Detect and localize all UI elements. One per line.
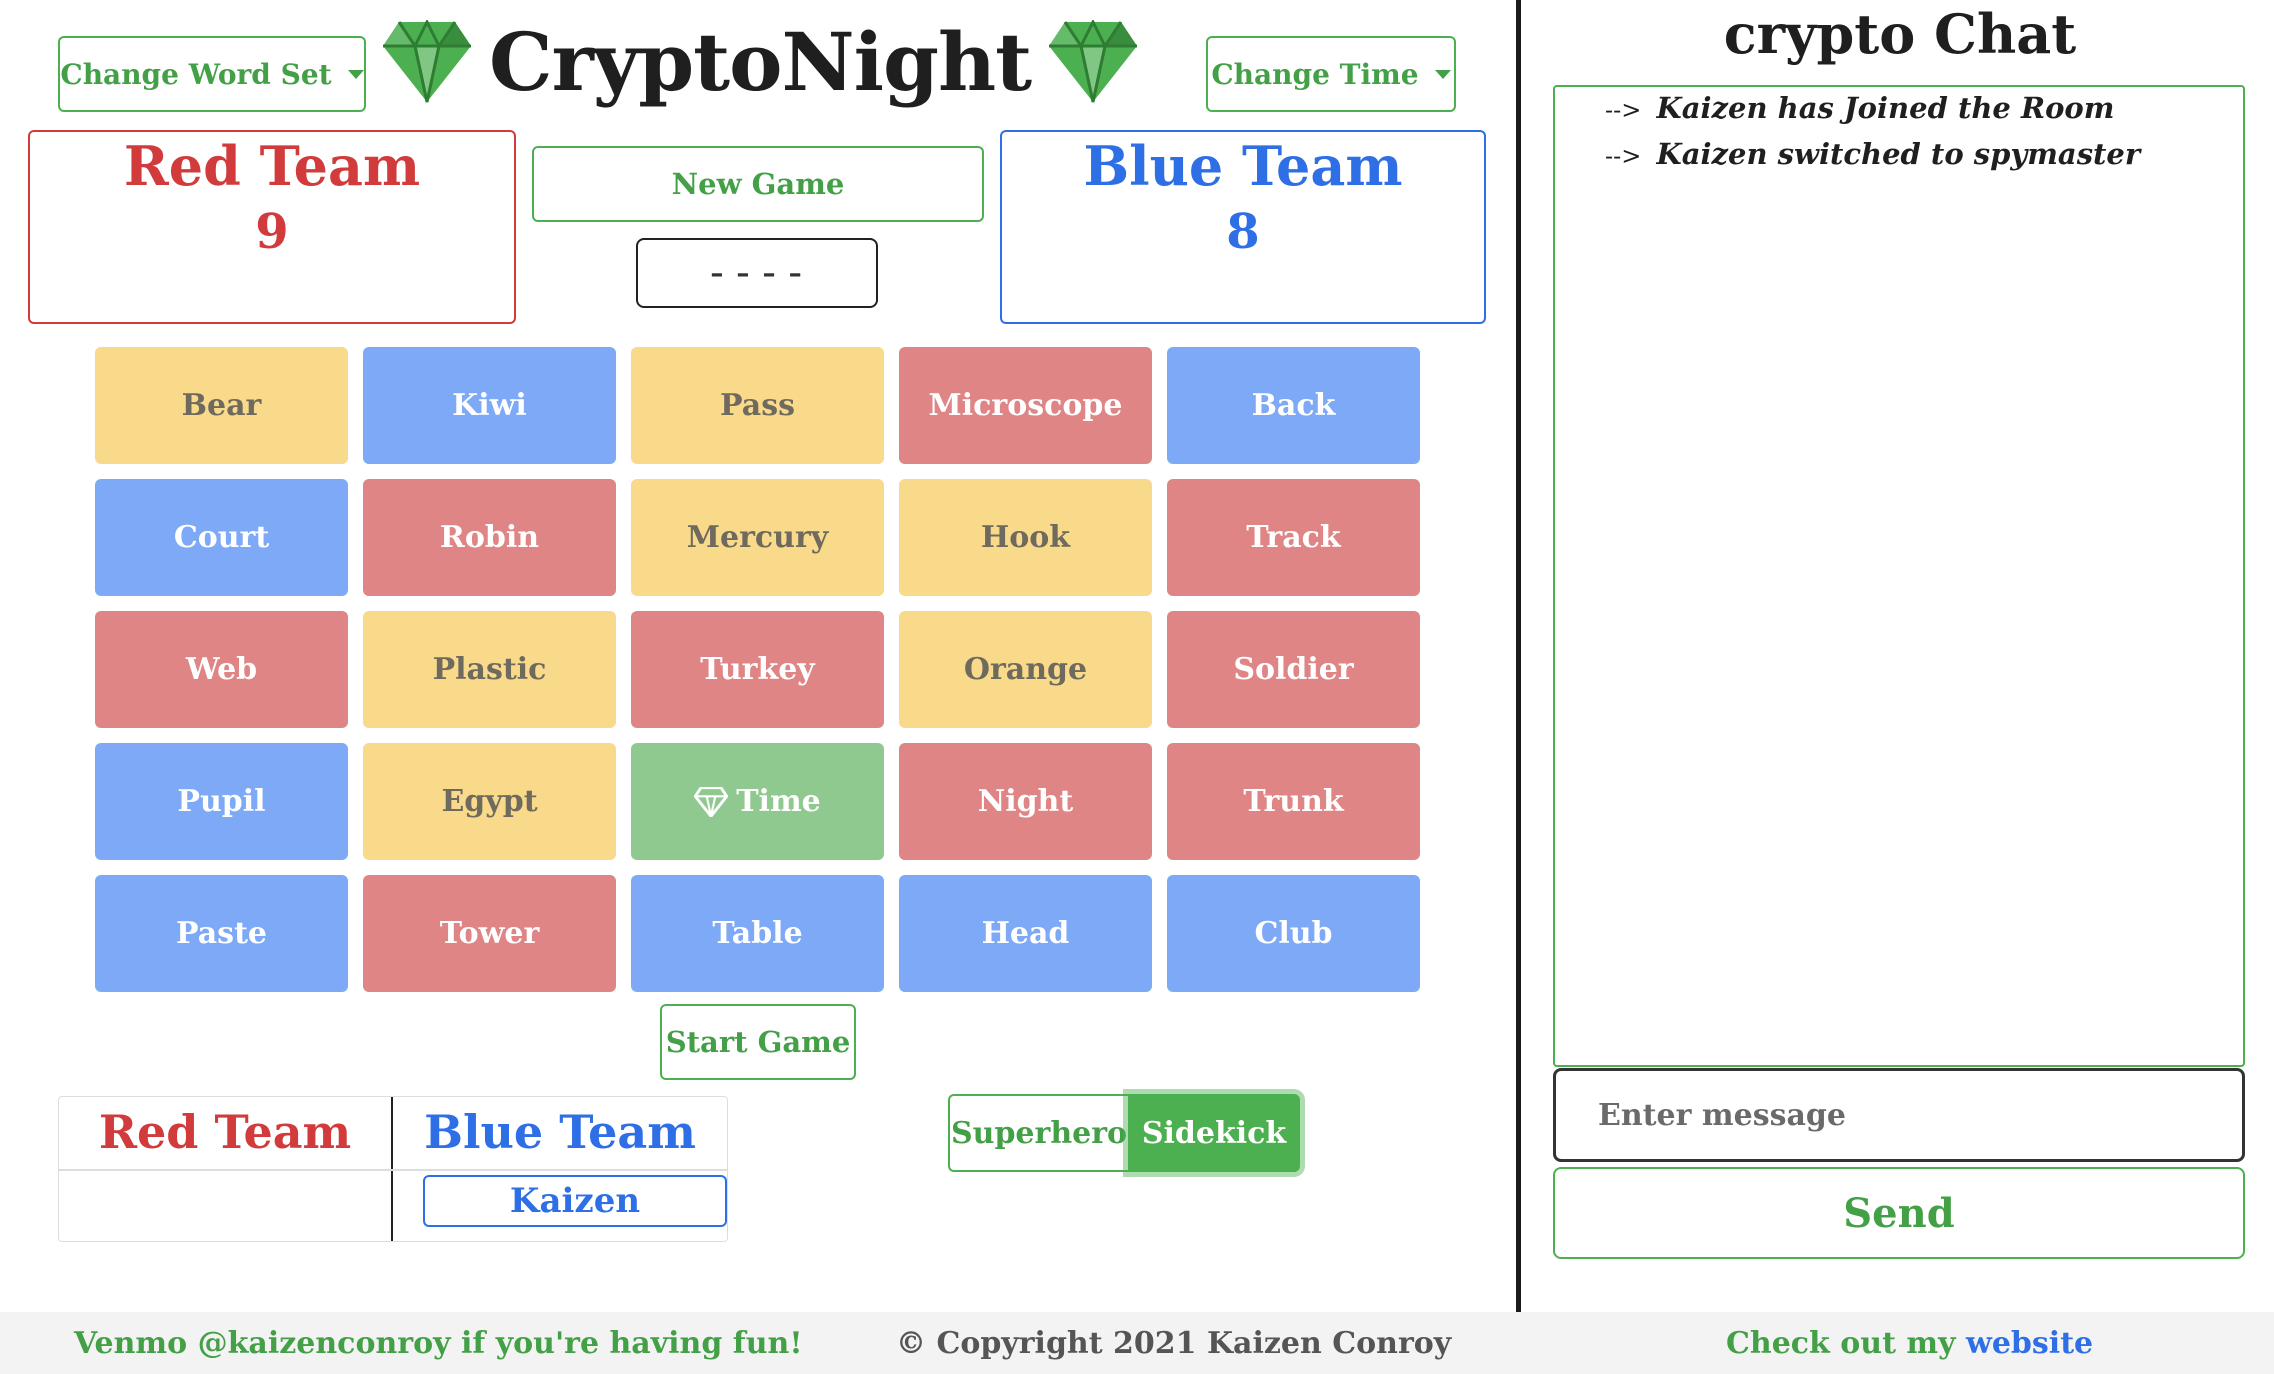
page-title: CryptoNight: [488, 15, 1032, 109]
red-team-remaining: 9: [255, 204, 289, 260]
website-link[interactable]: website: [1966, 1326, 2093, 1361]
word-card-label: Pass: [720, 388, 795, 423]
word-card[interactable]: Paste: [95, 875, 348, 992]
sidekick-option[interactable]: Sidekick: [1128, 1094, 1300, 1172]
word-card-label: Club: [1254, 916, 1333, 951]
superhero-option[interactable]: Superhero: [948, 1094, 1128, 1172]
send-button[interactable]: Send: [1553, 1167, 2245, 1259]
word-card[interactable]: Kiwi: [363, 347, 616, 464]
word-card[interactable]: Bear: [95, 347, 348, 464]
word-card-label: Time: [736, 784, 821, 819]
word-card-label: Paste: [175, 916, 268, 951]
word-card-label: Back: [1251, 388, 1336, 423]
chevron-down-icon: [1434, 69, 1451, 79]
word-card-label: Court: [173, 520, 270, 555]
roster-player-kaizen[interactable]: Kaizen: [423, 1175, 727, 1227]
word-card[interactable]: Head: [899, 875, 1152, 992]
word-card-label: Soldier: [1233, 652, 1354, 687]
chat-message-input[interactable]: [1553, 1068, 2245, 1162]
word-card[interactable]: Tower: [363, 875, 616, 992]
word-card[interactable]: Turkey: [631, 611, 884, 728]
word-card-label: Table: [712, 916, 803, 951]
arrow-icon: -->: [1605, 142, 1642, 170]
chat-message-text: Kaizen has Joined the Room: [1656, 91, 2115, 125]
footer: Venmo @kaizenconroy if you're having fun…: [0, 1312, 2274, 1374]
word-card[interactable]: Back: [1167, 347, 1420, 464]
blue-team-remaining: 8: [1226, 204, 1260, 260]
role-toggle: Superhero Sidekick: [948, 1094, 1300, 1172]
word-card[interactable]: Club: [1167, 875, 1420, 992]
word-card[interactable]: Time: [631, 743, 884, 860]
word-card-label: Track: [1246, 520, 1341, 555]
word-card[interactable]: Orange: [899, 611, 1152, 728]
start-game-label: Start Game: [665, 1025, 851, 1059]
team-roster-table: Red Team Blue Team Kaizen: [58, 1096, 728, 1242]
word-card[interactable]: Egypt: [363, 743, 616, 860]
change-word-set-label: Change Word Set: [60, 57, 332, 91]
word-card[interactable]: Web: [95, 611, 348, 728]
word-card-label: Mercury: [686, 520, 829, 555]
gem-icon: [381, 20, 473, 104]
word-card-label: Trunk: [1243, 784, 1344, 819]
word-card[interactable]: Hook: [899, 479, 1152, 596]
word-card[interactable]: Trunk: [1167, 743, 1420, 860]
red-team-label: Red Team: [123, 134, 421, 198]
roster-divider: [59, 1169, 727, 1171]
footer-website-text: Check out my website: [1726, 1326, 2093, 1361]
word-card-label: Orange: [963, 652, 1088, 687]
new-game-label: New Game: [671, 167, 845, 201]
word-card-label: Bear: [181, 388, 262, 423]
word-card[interactable]: Pupil: [95, 743, 348, 860]
gem-icon: [694, 786, 729, 817]
word-card-label: Plastic: [432, 652, 547, 687]
chat-message: --> Kaizen switched to spymaster: [1605, 137, 2243, 171]
word-card[interactable]: Plastic: [363, 611, 616, 728]
chat-title: crypto Chat: [1723, 2, 2077, 66]
chevron-down-icon: [347, 69, 364, 79]
footer-website-prefix: Check out my: [1726, 1326, 1967, 1361]
footer-venmo-text: Venmo @kaizenconroy if you're having fun…: [74, 1326, 803, 1361]
red-team-score: Red Team 9: [28, 130, 516, 324]
change-word-set-button[interactable]: Change Word Set: [58, 36, 366, 112]
change-time-button[interactable]: Change Time: [1206, 36, 1456, 112]
new-game-button[interactable]: New Game: [532, 146, 984, 222]
roster-blue-header: Blue Team: [424, 1105, 696, 1159]
word-board: Bear Kiwi Pass Microscope Back Court Robin Merc…: [95, 347, 1420, 997]
word-card[interactable]: Robin: [363, 479, 616, 596]
word-card-label: Egypt: [441, 784, 538, 819]
blue-team-label: Blue Team: [1083, 134, 1403, 198]
word-card[interactable]: Soldier: [1167, 611, 1420, 728]
word-card-label: Turkey: [700, 652, 815, 687]
word-card[interactable]: Court: [95, 479, 348, 596]
chat-message-text: Kaizen switched to spymaster: [1656, 137, 2141, 171]
word-card[interactable]: Table: [631, 875, 884, 992]
start-game-button[interactable]: Start Game: [660, 1004, 856, 1080]
roster-red-header: Red Team: [98, 1105, 352, 1159]
word-card-label: Kiwi: [452, 388, 527, 423]
timer-display: ----: [636, 238, 878, 308]
footer-copyright: © Copyright 2021 Kaizen Conroy: [896, 1326, 1452, 1361]
word-card-label: Night: [977, 784, 1074, 819]
word-card[interactable]: Pass: [631, 347, 884, 464]
word-card-label: Robin: [439, 520, 540, 555]
panel-divider: [1516, 0, 1521, 1312]
change-time-label: Change Time: [1211, 57, 1419, 91]
word-card-label: Pupil: [177, 784, 266, 819]
word-card[interactable]: Mercury: [631, 479, 884, 596]
word-card-label: Tower: [439, 916, 540, 951]
word-card-label: Microscope: [928, 388, 1123, 423]
blue-team-score: Blue Team 8: [1000, 130, 1486, 324]
word-card[interactable]: Track: [1167, 479, 1420, 596]
app-title-bar: CryptoNight: [382, 12, 1138, 112]
arrow-icon: -->: [1605, 96, 1642, 124]
word-card[interactable]: Night: [899, 743, 1152, 860]
word-card-label: Web: [185, 652, 258, 687]
gem-icon: [1047, 20, 1139, 104]
chat-log[interactable]: --> Kaizen has Joined the Room --> Kaize…: [1553, 85, 2245, 1067]
word-card[interactable]: Microscope: [899, 347, 1152, 464]
send-label: Send: [1843, 1189, 1955, 1237]
chat-message: --> Kaizen has Joined the Room: [1605, 91, 2243, 125]
word-card-label: Head: [981, 916, 1070, 951]
word-card-label: Hook: [980, 520, 1071, 555]
